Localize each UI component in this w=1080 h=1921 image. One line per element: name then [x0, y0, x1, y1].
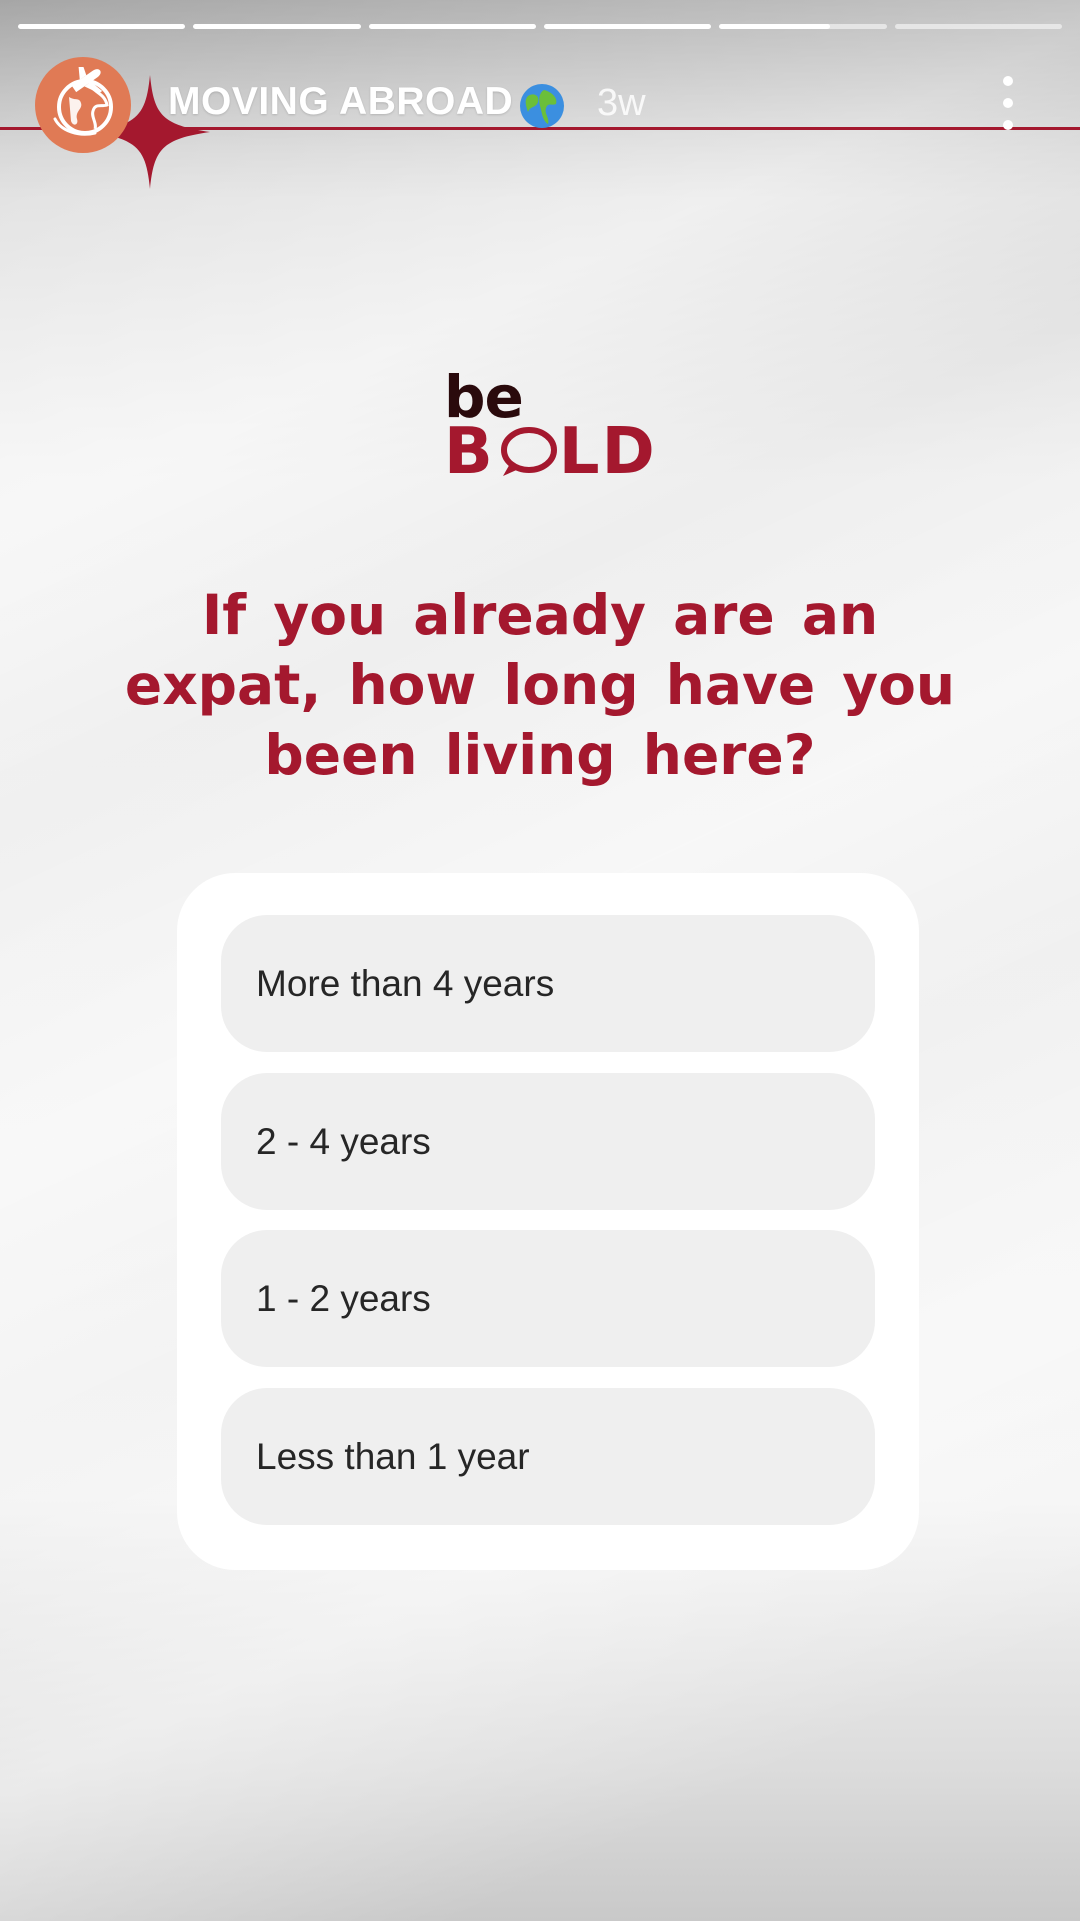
dot-icon [1003, 98, 1013, 108]
dot-icon [1003, 120, 1013, 130]
progress-segment [368, 24, 536, 29]
quiz-option-label: 2 - 4 years [256, 1120, 431, 1162]
dot-icon [1003, 76, 1013, 86]
speech-bubble-icon [500, 427, 557, 476]
progress-segment [18, 24, 186, 29]
logo-line-bold: B LD [444, 420, 657, 484]
account-name[interactable]: MOVING ABROAD [168, 80, 513, 124]
quiz-option[interactable]: 1 - 2 years [221, 1230, 875, 1367]
logo-letter-b: B [444, 415, 495, 489]
quiz-question: If you already are an expat, how long ha… [124, 583, 956, 787]
quiz-option-label: Less than 1 year [256, 1435, 530, 1477]
progress-segment [543, 24, 712, 29]
progress-segment [193, 24, 361, 29]
be-bold-logo: be B LD [440, 368, 655, 488]
quiz-option-label: 1 - 2 years [256, 1277, 431, 1319]
more-options-button[interactable] [990, 76, 1026, 130]
story-progress-bar [18, 24, 1062, 29]
progress-segment-current [719, 24, 887, 29]
quiz-option[interactable]: Less than 1 year [221, 1388, 875, 1525]
account-avatar[interactable] [35, 57, 131, 153]
logo-letters-ld: LD [558, 415, 657, 489]
progress-segment [894, 24, 1062, 29]
story-time-ago: 3w [597, 82, 646, 124]
quiz-option-label: More than 4 years [256, 962, 555, 1004]
quiz-option[interactable]: 2 - 4 years [221, 1073, 875, 1210]
globe-plane-icon [53, 67, 113, 136]
quiz-sticker: More than 4 years 2 - 4 years 1 - 2 year… [177, 873, 919, 1570]
globe-emoji-icon [520, 84, 564, 128]
quiz-option[interactable]: More than 4 years [221, 915, 875, 1052]
